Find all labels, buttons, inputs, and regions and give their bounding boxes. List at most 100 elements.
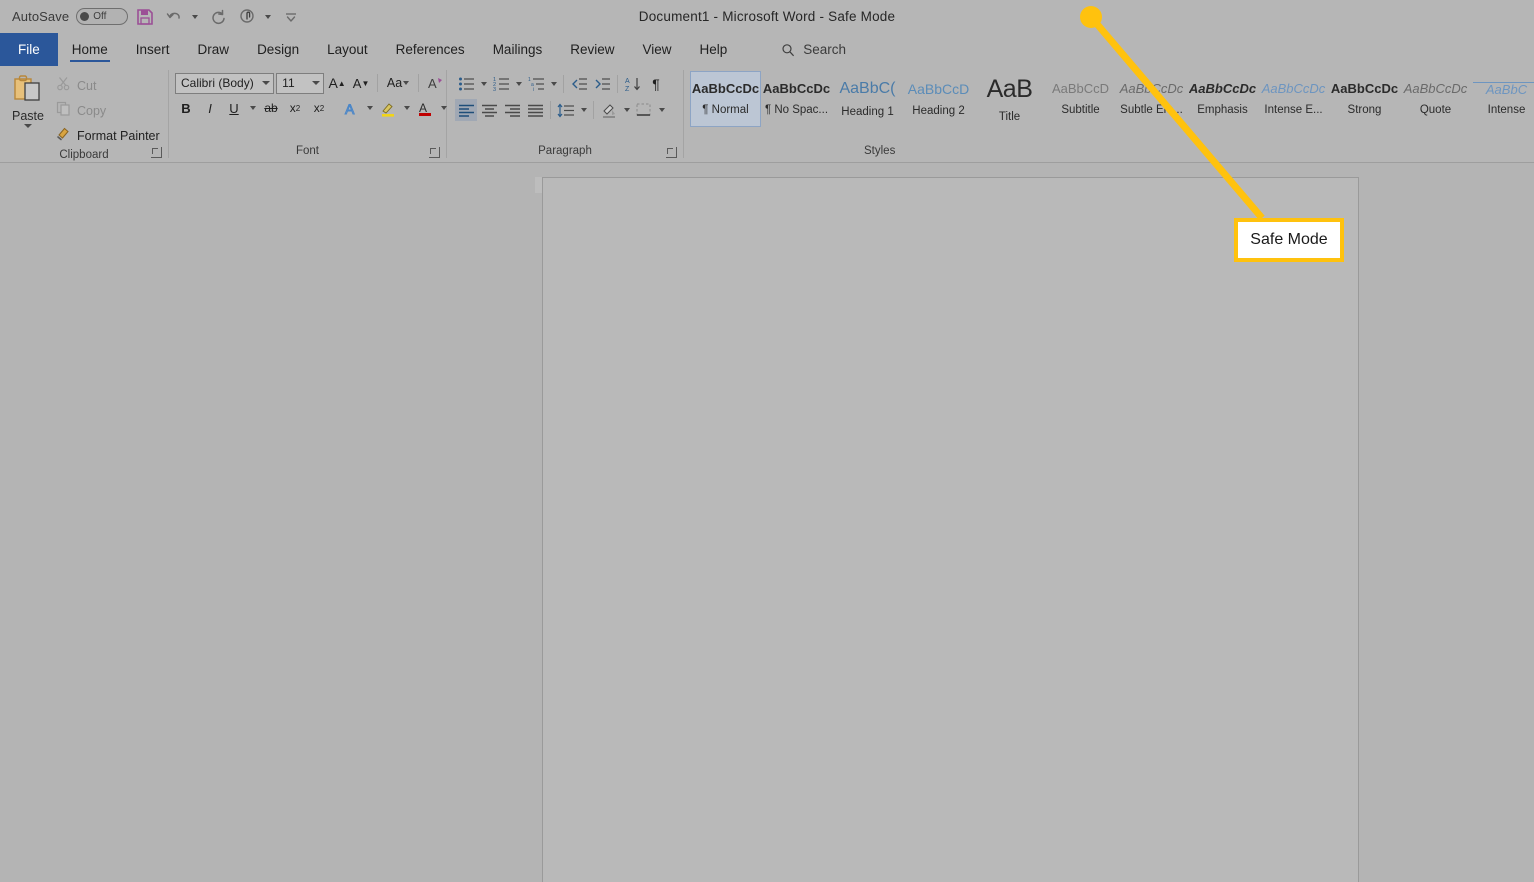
tab-layout[interactable]: Layout (313, 33, 382, 66)
divider (377, 74, 379, 92)
style-label: Subtitle (1061, 103, 1100, 116)
align-left-button[interactable] (455, 99, 477, 121)
tab-home[interactable]: Home (58, 33, 122, 66)
style-preview: AaBbCcDc (691, 82, 760, 97)
style-label: ¶ No Spac... (764, 103, 829, 116)
style-item[interactable]: AaBbCcD Subtitle (1045, 71, 1116, 127)
text-effects-dropdown-icon[interactable] (364, 97, 375, 119)
center-button[interactable] (478, 99, 500, 121)
style-preview: AaBbC (1472, 81, 1534, 98)
align-right-button[interactable] (501, 99, 523, 121)
tab-draw[interactable]: Draw (184, 33, 244, 66)
text-highlight-color-button[interactable] (377, 97, 399, 119)
touch-mode-icon[interactable] (235, 4, 261, 30)
font-dialog-launcher[interactable] (429, 147, 440, 158)
style-label: Heading 2 (912, 104, 965, 117)
tab-review[interactable]: Review (556, 33, 628, 66)
decrease-indent-button[interactable] (568, 73, 590, 95)
justify-button[interactable] (524, 99, 546, 121)
paste-dropdown-icon[interactable] (24, 124, 32, 128)
style-item[interactable]: AaBbCcDc ¶ No Spac... (761, 71, 832, 127)
increase-indent-button[interactable] (591, 73, 613, 95)
borders-button[interactable] (633, 99, 655, 121)
font-name-input[interactable]: Calibri (Body) (175, 72, 275, 94)
scissors-icon (56, 76, 71, 96)
style-preview: AaBbCcDc (1330, 82, 1399, 97)
highlight-dropdown-icon[interactable] (401, 97, 412, 119)
style-item[interactable]: AaBbCcDc Emphasis (1187, 71, 1258, 127)
line-spacing-button[interactable] (555, 99, 577, 121)
tab-insert[interactable]: Insert (122, 33, 184, 66)
save-icon[interactable] (132, 4, 158, 30)
style-item[interactable]: AaBbCcDc Strong (1329, 71, 1400, 127)
superscript-button[interactable]: x2 (308, 97, 330, 119)
cut-button[interactable]: Cut (56, 75, 166, 97)
format-painter-button[interactable]: Format Painter (56, 125, 166, 147)
change-case-button[interactable]: Aa (383, 72, 413, 94)
copy-button[interactable]: Copy (56, 100, 166, 122)
style-item[interactable]: AaBbCcDc ¶ Normal (690, 71, 761, 127)
line-spacing-dropdown-icon[interactable] (578, 99, 589, 121)
undo-icon[interactable] (162, 4, 188, 30)
style-label: ¶ Normal (702, 103, 749, 116)
style-item[interactable]: AaBbCcDc Subtle Em... (1116, 71, 1187, 127)
customize-qat-icon[interactable] (278, 4, 304, 30)
multilevel-dropdown-icon[interactable] (548, 73, 559, 95)
style-label: Emphasis (1197, 103, 1248, 116)
divider (593, 101, 594, 119)
style-item[interactable]: AaB Title (974, 71, 1045, 127)
tab-references[interactable]: References (382, 33, 479, 66)
style-item[interactable]: AaBbC Intense (1471, 71, 1534, 127)
show-formatting-marks-button[interactable]: ¶ (645, 73, 667, 95)
style-item[interactable]: AaBbCcDc Intense E... (1258, 71, 1329, 127)
shading-dropdown-icon[interactable] (621, 99, 632, 121)
tab-mailings[interactable]: Mailings (479, 33, 557, 66)
divider (617, 75, 618, 93)
tab-view[interactable]: View (628, 33, 685, 66)
italic-button[interactable]: I (199, 97, 221, 119)
svg-text:A: A (345, 101, 355, 117)
font-size-input[interactable]: 11 (276, 72, 325, 94)
bold-button[interactable]: B (175, 97, 197, 119)
chevron-down-icon (312, 81, 321, 85)
font-color-button[interactable]: A (414, 97, 436, 119)
autosave-toggle[interactable]: Off (76, 8, 129, 25)
multilevel-list-button[interactable]: 1 a i (525, 73, 547, 95)
undo-dropdown-icon[interactable] (188, 4, 201, 30)
style-item[interactable]: AaBbC( Heading 1 (832, 71, 903, 127)
style-label: Intense E... (1264, 103, 1323, 116)
bullets-dropdown-icon[interactable] (478, 73, 489, 95)
svg-text:A: A (428, 76, 437, 91)
tab-design[interactable]: Design (243, 33, 313, 66)
numbering-dropdown-icon[interactable] (513, 73, 524, 95)
cut-label: Cut (77, 79, 97, 93)
style-item[interactable]: AaBbCcD Heading 2 (903, 71, 974, 127)
style-label: Quote (1419, 103, 1452, 116)
tab-help[interactable]: Help (686, 33, 742, 66)
tab-file[interactable]: File (0, 33, 58, 66)
redo-icon[interactable] (205, 4, 231, 30)
paste-button[interactable]: Paste (0, 70, 56, 128)
underline-button[interactable]: U (223, 97, 245, 119)
font-size-value: 11 (282, 76, 295, 90)
numbering-button[interactable]: 1 2 3 (490, 73, 512, 95)
bullets-button[interactable] (455, 73, 477, 95)
shading-button[interactable] (598, 99, 620, 121)
search-box[interactable]: Search (781, 33, 846, 66)
style-item[interactable]: AaBbCcDc Quote (1400, 71, 1471, 127)
touch-mode-dropdown-icon[interactable] (261, 4, 274, 30)
underline-dropdown-icon[interactable] (247, 97, 258, 119)
shrink-font-button[interactable]: A ▼ (350, 72, 372, 94)
document-page[interactable] (542, 177, 1359, 882)
search-label: Search (803, 42, 847, 57)
text-effects-button[interactable]: A (340, 97, 362, 119)
clear-formatting-button[interactable]: A (424, 72, 446, 94)
grow-font-button[interactable]: A ▲ (326, 72, 348, 94)
strikethrough-button[interactable]: ab (260, 97, 282, 119)
style-label: Intense (1487, 104, 1526, 117)
clipboard-dialog-launcher[interactable] (151, 147, 162, 158)
borders-dropdown-icon[interactable] (656, 99, 667, 121)
paragraph-dialog-launcher[interactable] (666, 147, 677, 158)
sort-button[interactable]: A Z (622, 73, 644, 95)
subscript-button[interactable]: x2 (284, 97, 306, 119)
